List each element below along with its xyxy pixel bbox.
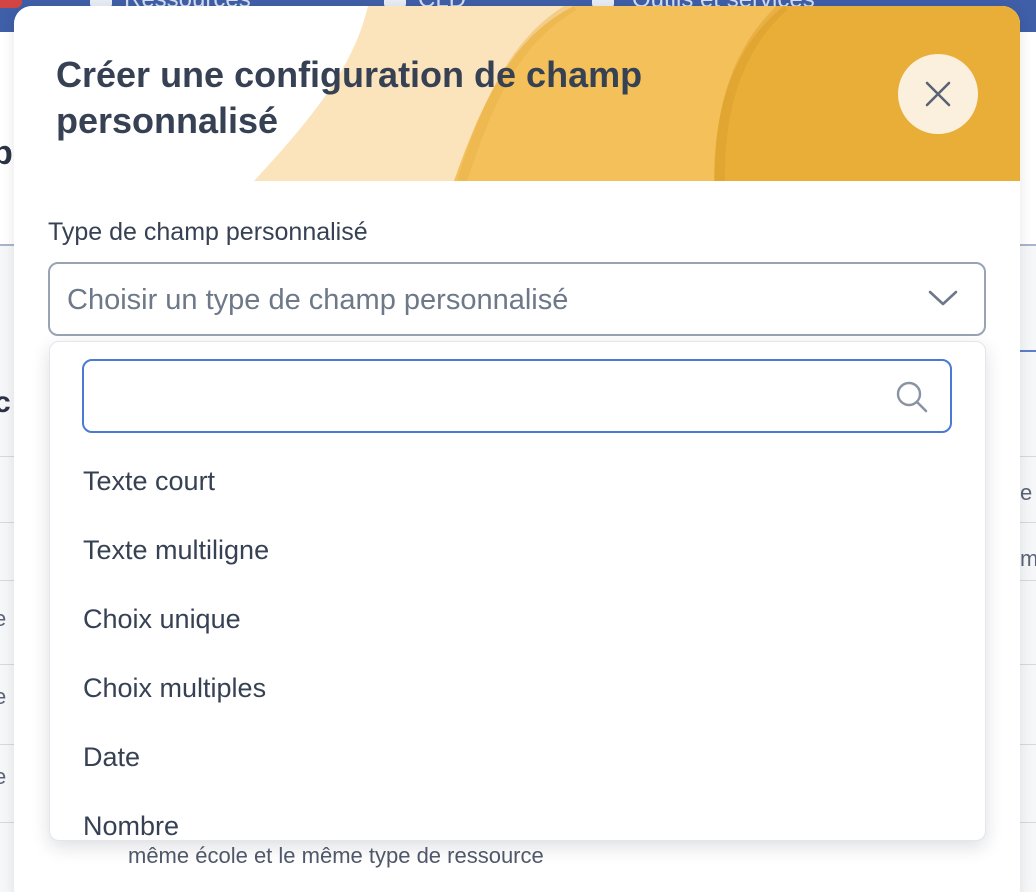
option-short-text[interactable]: Texte court <box>83 466 215 497</box>
option-single-choice[interactable]: Choix unique <box>83 604 241 635</box>
field-type-select-value: Choisir un type de champ personnalisé <box>67 284 569 316</box>
dropdown-search-box[interactable] <box>82 359 952 433</box>
search-icon <box>896 381 928 413</box>
dropdown-search-input[interactable] <box>98 373 878 419</box>
background-row-fragment: e <box>0 684 7 709</box>
option-multiline-text[interactable]: Texte multiligne <box>83 535 269 566</box>
field-type-dropdown: Texte court Texte multiligne Choix uniqu… <box>49 341 986 841</box>
modal-title: Créer une configuration de champ personn… <box>56 54 643 141</box>
option-multiple-choice[interactable]: Choix multiples <box>83 673 266 704</box>
close-button[interactable] <box>898 54 978 134</box>
background-column-fragment: e <box>1020 480 1033 505</box>
background-accent-line <box>1020 350 1036 352</box>
background-section-fragment: c <box>0 386 11 419</box>
create-custom-field-modal: Créer une configuration de champ personn… <box>14 6 1020 892</box>
modal-helper-text: même école et le même type de ressource <box>128 843 544 868</box>
field-type-select[interactable]: Choisir un type de champ personnalisé <box>48 262 986 336</box>
background-column-fragment: m <box>1020 546 1036 571</box>
chevron-down-icon <box>928 290 958 306</box>
background-row-fragment: e <box>0 606 7 631</box>
close-icon <box>925 81 951 107</box>
modal-header: Créer une configuration de champ personn… <box>14 6 1020 181</box>
field-type-label: Type de champ personnalisé <box>48 218 368 246</box>
background-page-title-fragment: p <box>0 134 13 172</box>
option-number[interactable]: Nombre <box>83 811 179 840</box>
background-row-fragment: e <box>0 764 7 789</box>
option-date[interactable]: Date <box>83 742 140 773</box>
